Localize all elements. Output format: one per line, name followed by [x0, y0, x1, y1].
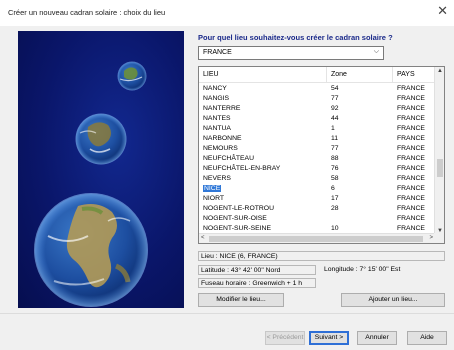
- horizontal-scrollbar[interactable]: < >: [199, 233, 435, 243]
- list-rows: NANCY 54 FRANCE NANGIS 77 FRANCE NANTERRE 92 FRA…: [199, 84, 435, 234]
- list-item-pays: FRANCE: [397, 105, 425, 112]
- column-header-zone[interactable]: Zone: [327, 67, 393, 83]
- small-globe: [117, 61, 147, 91]
- list-item[interactable]: NEUFCHÂTEL-EN-BRAY 76 FRANCE: [199, 164, 435, 174]
- window-title: Créer un nouveau cadran solaire : choix …: [8, 8, 166, 17]
- list-item-zone: 44: [331, 115, 339, 122]
- location-list[interactable]: LIEU Zone PAYS NANCY 54 FRANCE NANGIS 77 FRAN…: [198, 66, 445, 244]
- list-item-pays: FRANCE: [397, 115, 425, 122]
- list-item-zone: 28: [331, 205, 339, 212]
- list-item[interactable]: NANTUA 1 FRANCE: [199, 124, 435, 134]
- scroll-right-icon[interactable]: >: [429, 235, 433, 241]
- list-item-lieu: NEUFCHÂTEL-EN-BRAY: [203, 165, 281, 172]
- earth-globes-image: [34, 61, 148, 307]
- modify-location-button[interactable]: Modifier le lieu...: [198, 293, 284, 307]
- list-item[interactable]: NEVERS 58 FRANCE: [199, 174, 435, 184]
- country-select[interactable]: FRANCE ⌵: [198, 46, 384, 60]
- column-header-lieu[interactable]: LIEU: [199, 67, 327, 83]
- list-item-lieu: NIORT: [203, 195, 225, 202]
- list-item-pays: FRANCE: [397, 205, 425, 212]
- large-globe: [34, 193, 148, 307]
- list-item-lieu: NANTUA: [203, 125, 231, 132]
- scroll-corner: [434, 233, 444, 243]
- timezone-label: Fuseau horaire : Greenwich + 1 h: [198, 278, 316, 288]
- list-item-pays: FRANCE: [397, 165, 425, 172]
- help-button[interactable]: Aide: [407, 331, 447, 345]
- list-item-zone: 77: [331, 95, 339, 102]
- list-item[interactable]: NANGIS 77 FRANCE: [199, 94, 435, 104]
- title-bar: Créer un nouveau cadran solaire : choix …: [0, 0, 454, 26]
- list-item-pays: FRANCE: [397, 195, 425, 202]
- next-button[interactable]: Suivant >: [309, 331, 349, 345]
- list-item-pays: FRANCE: [397, 95, 425, 102]
- location-question: Pour quel lieu souhaitez-vous créer le c…: [198, 33, 393, 42]
- close-icon[interactable]: ✕: [437, 4, 448, 18]
- list-item-zone: 1: [331, 125, 335, 132]
- list-item-pays: FRANCE: [397, 185, 425, 192]
- chevron-down-icon[interactable]: ⌵: [374, 48, 379, 56]
- list-item-pays: FRANCE: [397, 155, 425, 162]
- list-item-zone: 6: [331, 185, 335, 192]
- list-item[interactable]: NOGENT-SUR-OISE FRANCE: [199, 214, 435, 224]
- previous-button[interactable]: < Précédent: [265, 331, 305, 345]
- list-item-pays: FRANCE: [397, 145, 425, 152]
- list-item-zone: 92: [331, 105, 339, 112]
- list-item-zone: 77: [331, 145, 339, 152]
- list-item-lieu: NOGENT-SUR-OISE: [203, 215, 267, 222]
- list-item-lieu: NANTERRE: [203, 105, 241, 112]
- vertical-scroll-thumb[interactable]: [437, 159, 443, 177]
- vertical-scrollbar[interactable]: ▲ ▼: [434, 67, 444, 235]
- list-item-pays: FRANCE: [397, 215, 425, 222]
- list-item-zone: 11: [331, 135, 339, 142]
- latitude-label: Latitude : 43° 42' 00" Nord: [198, 265, 316, 275]
- list-item-lieu: NICE: [203, 185, 222, 192]
- list-item-zone: 76: [331, 165, 339, 172]
- list-item-lieu: NOGENT-LE-ROTROU: [203, 205, 274, 212]
- list-item-zone: 54: [331, 85, 339, 92]
- add-location-button[interactable]: Ajouter un lieu...: [341, 293, 445, 307]
- scroll-left-icon[interactable]: <: [201, 235, 205, 241]
- column-header-pays[interactable]: PAYS: [393, 67, 435, 83]
- list-item[interactable]: NEUFCHÂTEAU 88 FRANCE: [199, 154, 435, 164]
- cancel-button[interactable]: Annuler: [357, 331, 397, 345]
- selected-location-label: Lieu : NICE (6, FRANCE): [198, 251, 445, 261]
- list-item-zone: 88: [331, 155, 339, 162]
- list-item-zone: 58: [331, 175, 339, 182]
- list-item[interactable]: NEMOURS 77 FRANCE: [199, 144, 435, 154]
- list-item-lieu: NEVERS: [203, 175, 231, 182]
- list-item-lieu: NANTES: [203, 115, 231, 122]
- medium-globe: [75, 113, 127, 165]
- list-item[interactable]: NOGENT-LE-ROTROU 28 FRANCE: [199, 204, 435, 214]
- list-item-pays: FRANCE: [397, 125, 425, 132]
- list-item-zone: 17: [331, 195, 339, 202]
- list-item-lieu: NEMOURS: [203, 145, 238, 152]
- list-item[interactable]: NIORT 17 FRANCE: [199, 194, 435, 204]
- list-item-zone: [327, 214, 393, 224]
- list-item[interactable]: NANTES 44 FRANCE: [199, 114, 435, 124]
- longitude-label: Longitude : 7° 15' 00" Est: [324, 266, 401, 273]
- list-item-lieu: NEUFCHÂTEAU: [203, 155, 254, 162]
- list-item[interactable]: NARBONNE 11 FRANCE: [199, 134, 435, 144]
- list-item-lieu: NANCY: [203, 85, 227, 92]
- list-item[interactable]: NANTERRE 92 FRANCE: [199, 104, 435, 114]
- horizontal-scroll-thumb[interactable]: [209, 236, 423, 242]
- list-item-pays: FRANCE: [397, 175, 425, 182]
- country-select-value: FRANCE: [203, 49, 232, 56]
- scroll-up-icon[interactable]: ▲: [437, 68, 443, 74]
- list-item-pays: FRANCE: [397, 135, 425, 142]
- list-item-lieu: NANGIS: [203, 95, 230, 102]
- list-item[interactable]: NICE 6 FRANCE: [199, 184, 435, 194]
- list-header: LIEU Zone PAYS: [199, 67, 435, 83]
- list-item-lieu: NARBONNE: [203, 135, 242, 142]
- list-item-pays: FRANCE: [397, 85, 425, 92]
- earth-illustration: [18, 31, 184, 308]
- list-item[interactable]: NANCY 54 FRANCE: [199, 84, 435, 94]
